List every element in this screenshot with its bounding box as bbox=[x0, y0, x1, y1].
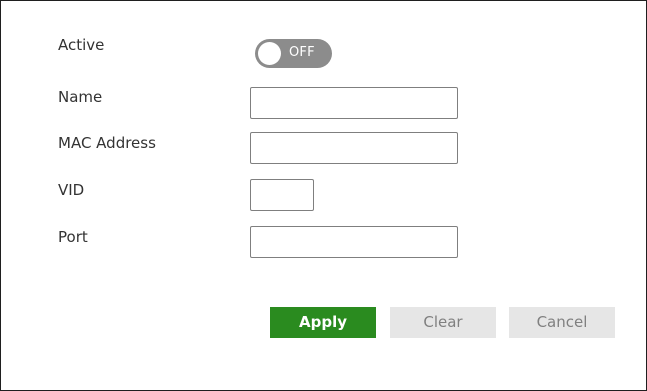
port-label: Port bbox=[58, 228, 88, 246]
name-label: Name bbox=[58, 88, 103, 106]
cancel-button[interactable]: Cancel bbox=[509, 307, 615, 338]
vid-label: VID bbox=[58, 181, 85, 199]
name-input[interactable] bbox=[250, 87, 458, 119]
port-input[interactable] bbox=[250, 226, 458, 258]
dialog-frame: Active OFF Name MAC Address VID Port App… bbox=[0, 0, 647, 391]
mac-address-label: MAC Address bbox=[58, 134, 156, 152]
active-toggle[interactable]: OFF bbox=[255, 39, 332, 68]
toggle-state-text: OFF bbox=[289, 45, 315, 60]
toggle-knob-icon bbox=[258, 42, 281, 65]
clear-button[interactable]: Clear bbox=[390, 307, 496, 338]
vid-input[interactable] bbox=[250, 179, 314, 211]
active-label: Active bbox=[58, 36, 105, 54]
apply-button[interactable]: Apply bbox=[270, 307, 376, 338]
mac-address-input[interactable] bbox=[250, 132, 458, 164]
